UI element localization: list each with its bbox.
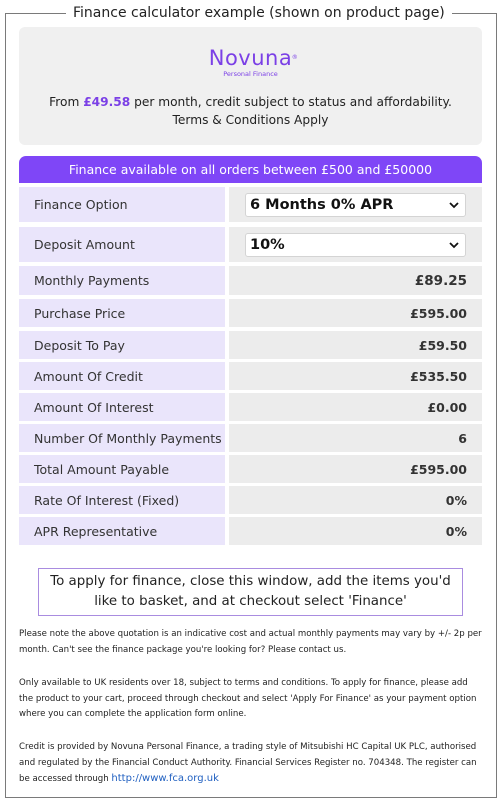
panel-legend: Finance calculator example (shown on pro… [66,4,452,22]
apply-instructions: To apply for finance, close this window,… [38,568,463,616]
fca-link[interactable]: http://www.fca.org.uk [111,773,218,784]
deposit-amount-label: Deposit Amount [19,227,225,262]
table-row: Deposit To Pay £59.50 [19,331,482,359]
finance-option-select[interactable]: 6 Months 0% APR [245,192,466,217]
disclaimer-eligibility: Only available to UK residents over 18, … [19,678,477,719]
table-row: Purchase Price £595.00 [19,299,482,327]
from-price: £49.58 [83,95,131,109]
deposit-amount-value: 10% [250,236,285,253]
table-row: Rate Of Interest (Fixed) 0% [19,486,482,514]
table-row: Number Of Monthly Payments 6 [19,424,482,452]
disclaimer-credit: Credit is provided by Novuna Personal Fi… [19,742,477,784]
chevron-down-icon [449,201,459,208]
finance-option-row: Finance Option 6 Months 0% APR [19,187,482,222]
logo-subtitle: Personal Finance [223,70,278,78]
chevron-down-icon [449,241,459,248]
table-row: APR Representative 0% [19,517,482,545]
table-row: Amount Of Credit £535.50 [19,362,482,390]
from-price-text: From £49.58 per month, credit subject to… [49,95,452,127]
logo-name: Novuna [208,46,293,70]
deposit-amount-select[interactable]: 10% [245,232,466,257]
table-row: Total Amount Payable £595.00 [19,455,482,483]
table-row: Monthly Payments £89.25 [19,266,482,295]
finance-option-label: Finance Option [19,187,225,222]
disclaimer-quotation: Please note the above quotation is an in… [19,629,482,655]
finance-table-header: Finance available on all orders between … [19,156,482,183]
novuna-logo: Novuna ® Personal Finance [19,47,482,78]
deposit-amount-row: Deposit Amount 10% [19,227,482,262]
brand-box: Novuna ® Personal Finance From £49.58 per… [19,27,482,145]
finance-option-value: 6 Months 0% APR [250,196,394,213]
table-row: Amount Of Interest £0.00 [19,393,482,421]
